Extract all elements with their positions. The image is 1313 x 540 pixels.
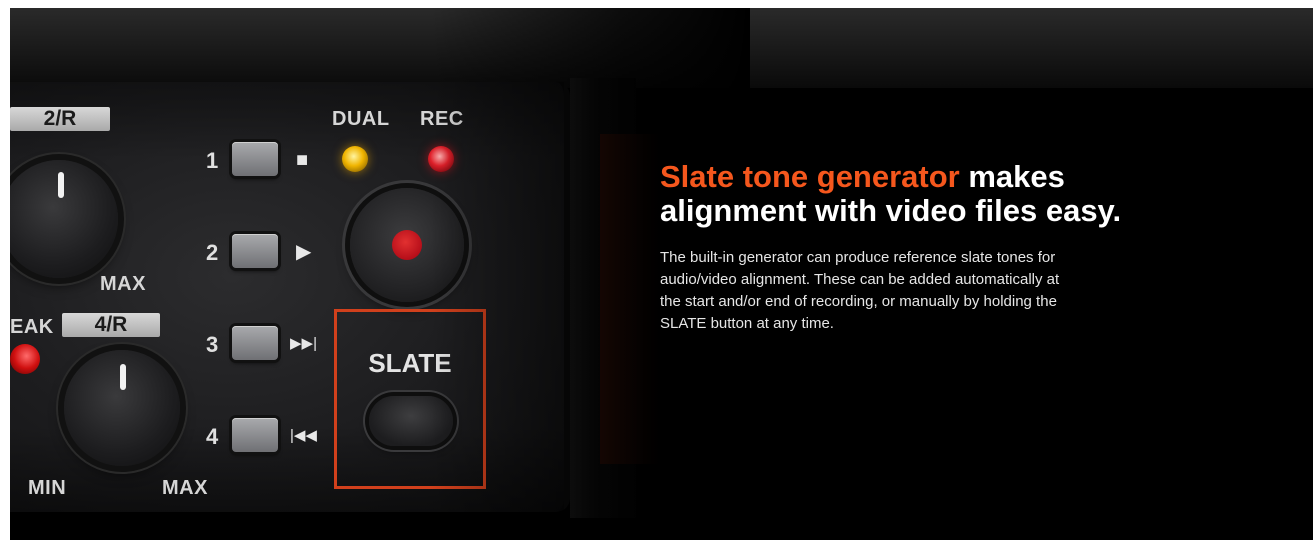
description-line-2: audio/video alignment. These can be adde… [660, 271, 1060, 288]
key-4-number: 4 [206, 424, 219, 449]
channel-tag-2r: 2/R [10, 107, 110, 131]
device-orange-edge [600, 134, 660, 464]
headline-line2: alignment with video files easy. [660, 193, 1122, 228]
gain-knob-top [10, 160, 118, 278]
key-2-button [232, 234, 278, 268]
hero-banner: 2/R MAX EAK 4/R MIN MAX DUAL REC 1 ■ 2 ▶… [10, 8, 1313, 540]
skip-back-icon: |◀◀ [290, 427, 317, 444]
key-4-button [232, 418, 278, 452]
key-3-number: 3 [206, 332, 219, 357]
gain-knob-bottom [64, 350, 180, 466]
key-3-button [232, 326, 278, 360]
description-line-3: the start and/or end of recording, or ma… [660, 293, 1057, 310]
dual-label: DUAL [332, 108, 390, 130]
skip-forward-icon: ▶▶| [290, 335, 317, 352]
rec-label: REC [420, 108, 464, 130]
key-2-number: 2 [206, 240, 219, 265]
top-gradient [10, 8, 1313, 88]
stop-icon: ■ [296, 149, 309, 171]
min-label: MIN [28, 477, 67, 499]
key-1-button [232, 142, 278, 176]
max-label-top: MAX [100, 273, 146, 295]
peak-led-icon [10, 344, 40, 374]
feature-description: The built-in generator can produce refer… [660, 247, 1180, 335]
slate-highlight-box: SLATE [334, 309, 486, 489]
slate-label: SLATE [368, 348, 452, 378]
channel-tag-4r: 4/R [62, 313, 160, 337]
feature-headline: Slate tone generator makes alignment wit… [660, 160, 1260, 228]
headline-rest: makes [959, 159, 1065, 194]
dual-led-icon [342, 146, 368, 172]
peak-label: EAK [10, 316, 54, 338]
description-line-4: SLATE button at any time. [660, 315, 834, 332]
rec-led-icon [428, 146, 454, 172]
recorder-panel-photo: 2/R MAX EAK 4/R MIN MAX DUAL REC 1 ■ 2 ▶… [10, 82, 570, 512]
slate-button-photo [369, 396, 453, 446]
max-label-bottom: MAX [162, 477, 208, 499]
headline-accent: Slate tone generator [660, 159, 960, 194]
description-line-1: The built-in generator can produce refer… [660, 249, 1056, 266]
key-1-number: 1 [206, 148, 219, 173]
record-button-photo [350, 188, 464, 302]
record-dot-icon [392, 230, 422, 260]
play-icon: ▶ [296, 241, 312, 263]
